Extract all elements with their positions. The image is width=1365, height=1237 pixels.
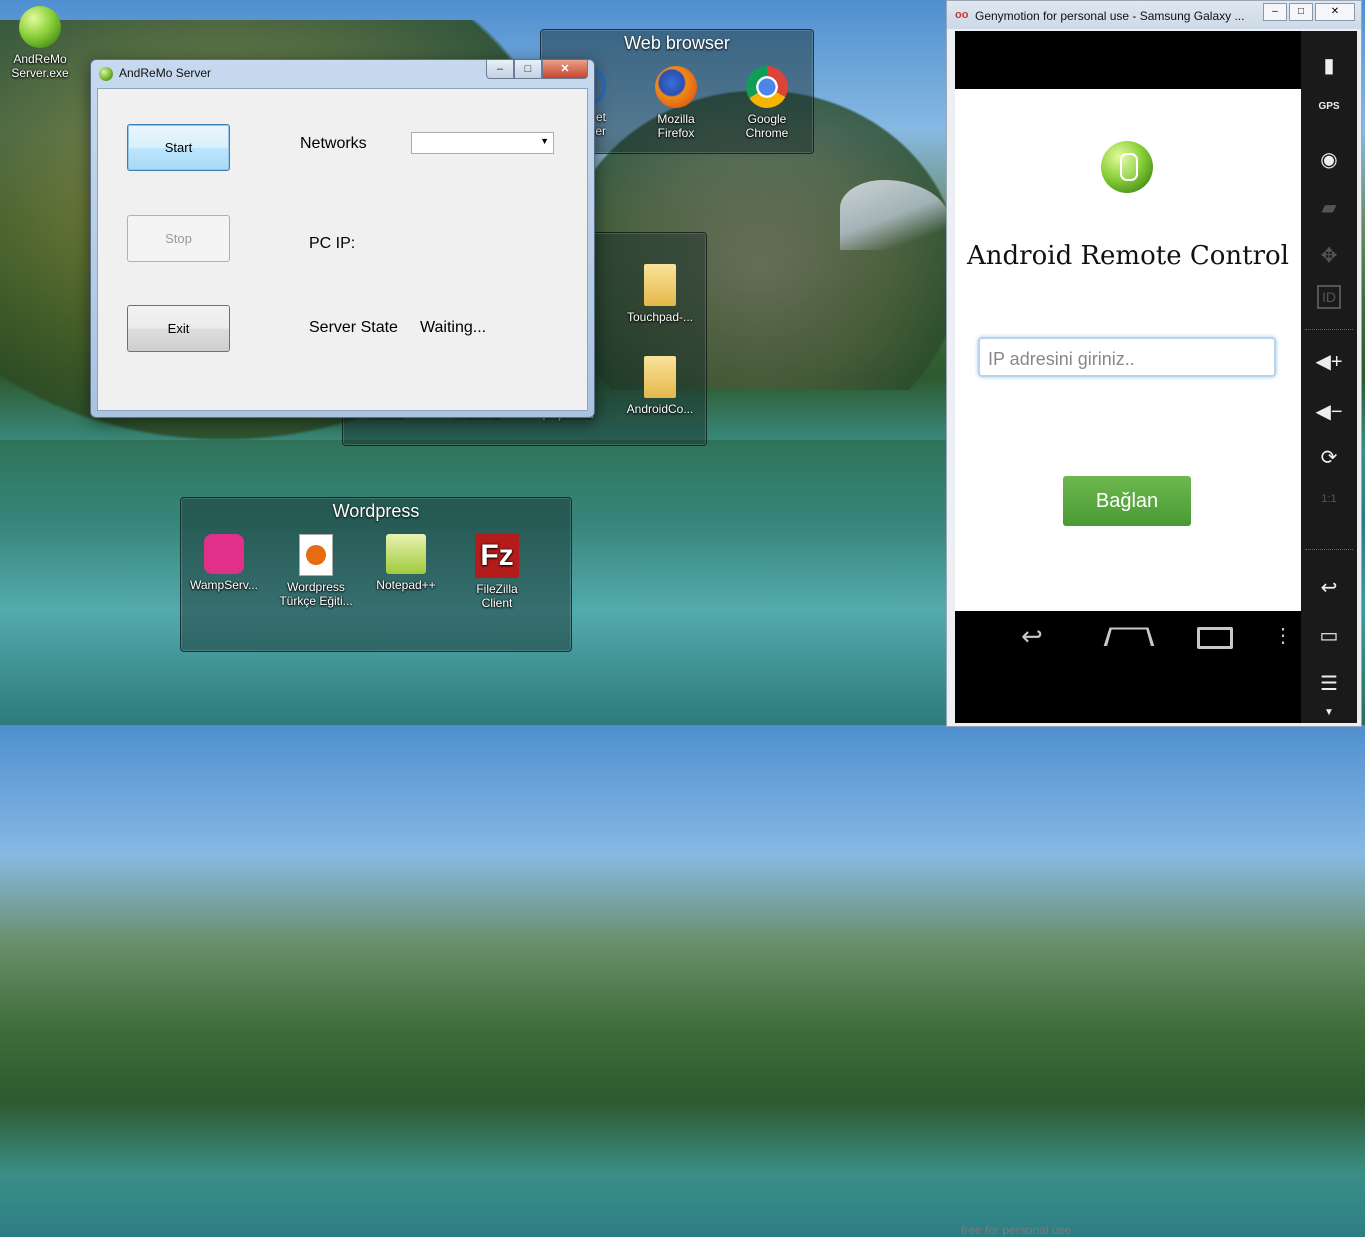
- back-icon[interactable]: ↩: [1301, 575, 1357, 600]
- server-state-value: Waiting...: [420, 319, 487, 336]
- desktop-icon-wampserver[interactable]: WampServ...: [184, 534, 264, 592]
- volume-down-icon[interactable]: ◀−: [1301, 399, 1357, 424]
- chrome-icon: [746, 66, 788, 108]
- watermark-text: free for personal use: [961, 1223, 1072, 1237]
- fence-title: Web browser: [624, 33, 730, 53]
- desktop-icon-touchpad-folder[interactable]: Touchpad-...: [620, 264, 700, 324]
- firefox-document-icon: [299, 534, 333, 576]
- device-screen: Android Remote Control IP adresini girin…: [955, 31, 1301, 1237]
- camera-icon[interactable]: ◉: [1301, 147, 1357, 172]
- desktop-icon-label: AndroidCo...: [626, 402, 694, 416]
- desktop-icon-chrome[interactable]: Google Chrome: [727, 66, 807, 140]
- filezilla-icon: Fz: [475, 534, 519, 578]
- sidebar-divider: [1305, 329, 1353, 330]
- sidebar-divider: [1305, 549, 1353, 550]
- desktop-icon-label: FileZilla Client: [476, 582, 518, 610]
- device-id-icon[interactable]: ID: [1301, 285, 1357, 309]
- chevron-down-icon: ▼: [540, 136, 549, 146]
- video-capture-icon[interactable]: ▰: [1301, 195, 1357, 220]
- recent-apps-icon[interactable]: ▭: [1301, 623, 1357, 648]
- close-button[interactable]: ✕: [542, 60, 588, 79]
- emulator-title: Genymotion for personal use - Samsung Ga…: [975, 9, 1245, 23]
- desktop-icon-label: Notepad++: [376, 578, 436, 592]
- desktop-icon-label: Google Chrome: [745, 112, 789, 140]
- stop-button[interactable]: Stop: [127, 215, 230, 262]
- app-logo-icon: [1101, 141, 1153, 193]
- andremo-app-icon: [19, 6, 61, 48]
- desktop-icon-label: Wordpress Türkçe Eğiti...: [279, 580, 353, 608]
- device-id-label: ID: [1317, 285, 1341, 309]
- desktop-icon-andremo-server[interactable]: AndReMo Server.exe: [0, 6, 80, 80]
- menu-icon[interactable]: ☰: [1301, 671, 1357, 696]
- android-status-bar: [955, 31, 1301, 89]
- desktop-icon-androidco-folder[interactable]: AndroidCo...: [620, 356, 700, 416]
- desktop-icon-label: AndReMo Server.exe: [11, 52, 69, 80]
- app-icon: [99, 67, 113, 81]
- desktop-icon-label: Mozilla Firefox: [657, 112, 695, 140]
- emulator-sidebar: ▮ GPS ◉ ▰ ✥ ID ◀+ ◀− ⟳ 1:1 ↩ ▭ ☰ ▼: [1301, 31, 1357, 723]
- folder-icon: [644, 264, 676, 306]
- desktop-icon-label: Touchpad-...: [626, 310, 694, 324]
- desktop-icon-firefox[interactable]: Mozilla Firefox: [636, 66, 716, 140]
- window-client-area: Start Stop Exit Networks ▼ PC IP: Server…: [97, 88, 588, 411]
- maximize-button[interactable]: □: [514, 60, 542, 79]
- genymotion-window: oo Genymotion for personal use - Samsung…: [946, 0, 1362, 1237]
- home-icon[interactable]: [1103, 627, 1155, 646]
- emulator-window-controls: – □ ✕: [1263, 3, 1355, 21]
- networks-label: Networks: [300, 135, 367, 152]
- folder-icon: [644, 356, 676, 398]
- desktop-icon-wordpress-doc[interactable]: Wordpress Türkçe Eğiti...: [276, 534, 356, 608]
- window-controls: – □ ✕: [486, 60, 588, 79]
- dpad-icon[interactable]: ✥: [1301, 243, 1357, 268]
- start-button[interactable]: Start: [127, 124, 230, 171]
- andremo-server-window: AndReMo Server – □ ✕ Start Stop Exit Net…: [90, 59, 595, 418]
- minimize-button[interactable]: –: [1263, 3, 1287, 21]
- server-state-label: Server State: [309, 319, 398, 336]
- exit-button[interactable]: Exit: [127, 305, 230, 352]
- minimize-button[interactable]: –: [486, 60, 514, 79]
- networks-dropdown[interactable]: ▼: [411, 132, 554, 154]
- ratio-label: 1:1: [1321, 493, 1337, 505]
- desktop-icon-label: WampServ...: [189, 578, 258, 592]
- window-title: AndReMo Server: [119, 66, 212, 80]
- chevron-down-icon[interactable]: ▼: [1301, 707, 1357, 718]
- ip-address-input[interactable]: IP adresini giriniz..: [978, 337, 1276, 377]
- battery-icon[interactable]: ▮: [1301, 53, 1357, 78]
- connect-button[interactable]: Bağlan: [1063, 476, 1191, 526]
- desktop-icon-notepadpp[interactable]: Notepad++: [366, 534, 446, 592]
- close-button[interactable]: ✕: [1315, 3, 1355, 21]
- volume-up-icon[interactable]: ◀+: [1301, 349, 1357, 374]
- recent-apps-icon[interactable]: [1197, 627, 1233, 649]
- pixel-perfect-icon[interactable]: 1:1: [1301, 493, 1357, 505]
- back-icon[interactable]: ↩: [1021, 621, 1043, 652]
- fence-title: Wordpress: [332, 501, 420, 521]
- maximize-button[interactable]: □: [1289, 3, 1313, 21]
- app-title: Android Remote Control: [967, 241, 1289, 271]
- android-app: Android Remote Control IP adresini girin…: [955, 89, 1301, 611]
- android-nav-bar: ↩ ⋮ free for personal use: [955, 611, 1301, 1237]
- gps-icon[interactable]: GPS: [1301, 101, 1357, 112]
- gps-label: GPS: [1318, 101, 1340, 112]
- notepad-plus-plus-icon: [386, 534, 426, 574]
- rotate-icon[interactable]: ⟳: [1301, 445, 1357, 470]
- firefox-icon: [655, 66, 697, 108]
- emulator-titlebar[interactable]: oo Genymotion for personal use - Samsung…: [947, 1, 1361, 29]
- desktop-icon-filezilla[interactable]: Fz FileZilla Client: [457, 534, 537, 610]
- window-titlebar[interactable]: AndReMo Server – □ ✕: [91, 60, 594, 86]
- pc-ip-label: PC IP:: [309, 235, 356, 252]
- genymotion-logo-icon: oo: [955, 9, 969, 21]
- wampserver-icon: [204, 534, 244, 574]
- overflow-menu-icon[interactable]: ⋮: [1273, 623, 1293, 648]
